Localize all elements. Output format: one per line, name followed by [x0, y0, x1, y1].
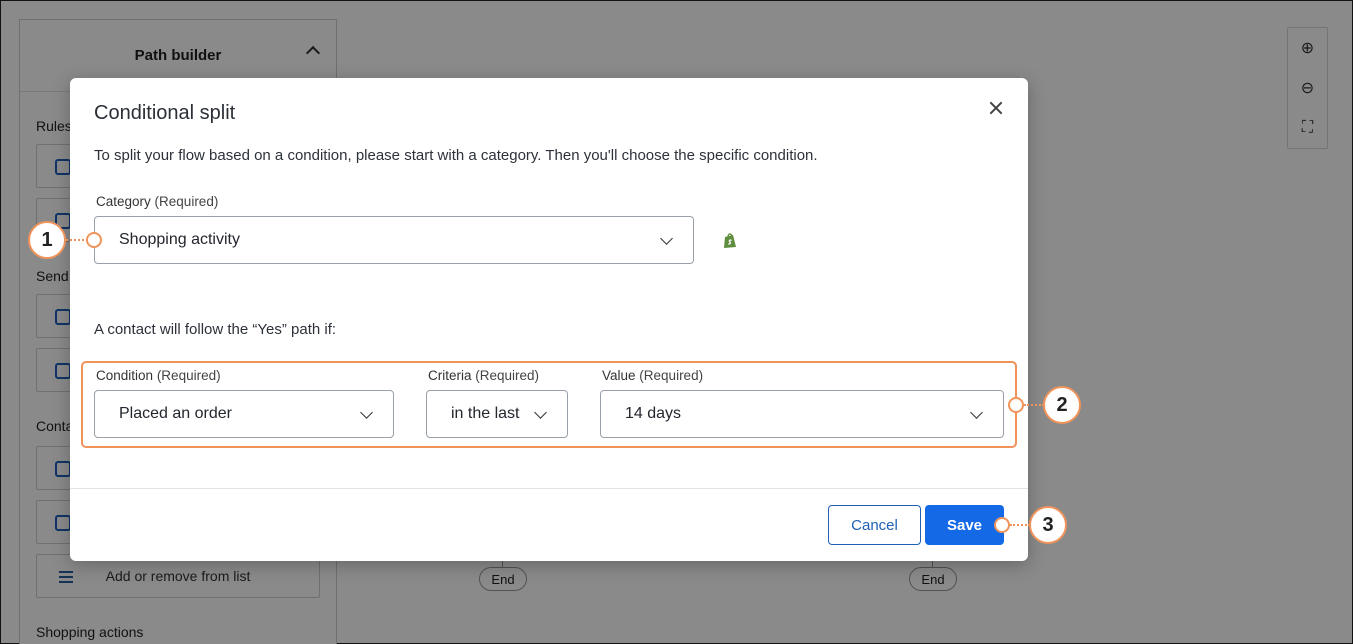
follow-path-text: A contact will follow the “Yes” path if: [94, 321, 337, 338]
footer-divider [70, 488, 1028, 489]
dialog-title: Conditional split [94, 102, 236, 124]
callout-connector [1010, 524, 1030, 526]
chevron-down-icon [660, 232, 673, 245]
callout-1: 1 [28, 221, 66, 259]
cancel-button[interactable]: Cancel [828, 505, 921, 545]
category-required: (Required) [154, 194, 219, 209]
callout-connector [66, 239, 88, 241]
category-value: Shopping activity [119, 231, 240, 248]
shopify-icon [724, 233, 736, 248]
callout-marker [1008, 397, 1024, 413]
category-label-text: Category [96, 194, 151, 209]
callout-marker [86, 232, 102, 248]
close-icon[interactable] [986, 98, 1006, 118]
condition-highlight-box [81, 361, 1017, 448]
category-select[interactable]: Shopping activity [94, 216, 694, 264]
callout-connector [1024, 404, 1044, 406]
callout-3: 3 [1029, 506, 1067, 544]
conditional-split-dialog: Conditional split To split your flow bas… [70, 78, 1028, 561]
save-button[interactable]: Save [925, 505, 1004, 545]
callout-marker [994, 517, 1010, 533]
callout-2: 2 [1043, 386, 1081, 424]
dialog-intro-text: To split your flow based on a condition,… [94, 147, 818, 164]
category-label: Category (Required) [96, 194, 218, 209]
